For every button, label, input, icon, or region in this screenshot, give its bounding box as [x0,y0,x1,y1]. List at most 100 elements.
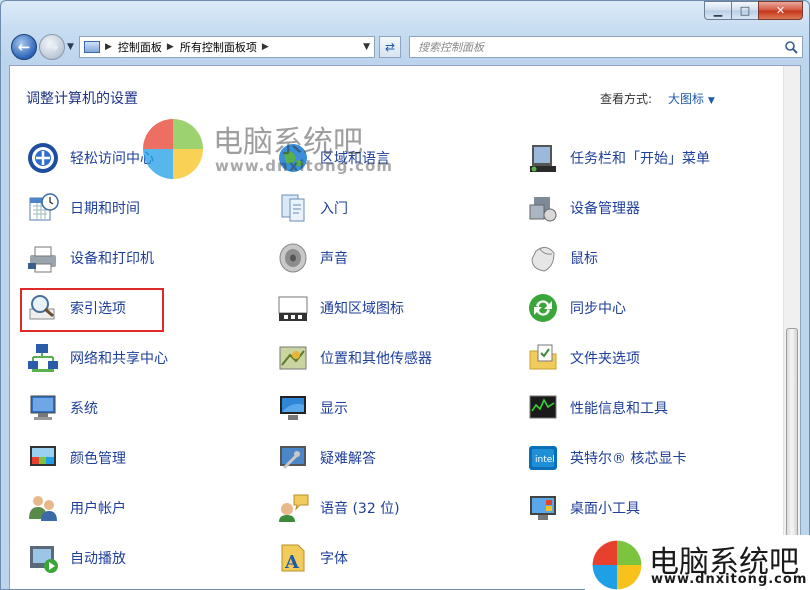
control-panel-item[interactable]: 日期和时间 [26,188,140,228]
control-panel-item[interactable]: 文件夹选项 [526,338,640,378]
control-panel-item[interactable]: 通知区域图标 [276,288,404,328]
control-panel-item[interactable]: 网络和共享中心 [26,338,168,378]
control-panel-window: ▁ □ ✕ ← → ▼ ▶ 控制面板 ▶ 所有控制面板项 ▶ ▼ ⇄ 搜索控制面… [0,0,810,590]
forward-button[interactable]: → [39,34,65,60]
control-panel-item[interactable]: 同步中心 [526,288,626,328]
sync-icon [526,291,560,325]
intel-graphics-icon: intel [526,441,560,475]
watermark-logo-icon [592,540,642,590]
recent-pages-dropdown[interactable]: ▼ [67,42,74,52]
mouse-icon [526,241,560,275]
control-panel-icon [84,41,100,53]
ease-of-access-icon [26,141,60,175]
control-panel-item[interactable]: 轻松访问中心 [26,138,154,178]
system-icon [26,391,60,425]
search-icon[interactable] [784,40,798,54]
control-panel-item-label: 桌面小工具 [570,501,640,517]
search-placeholder: 搜索控制面板 [418,41,484,54]
search-input[interactable]: 搜索控制面板 [409,36,803,58]
control-panel-item-label: 英特尔® 核芯显卡 [570,451,687,467]
caption-buttons: ▁ □ ✕ [704,1,803,20]
content-pane: 调整计算机的设置 查看方式: 大图标 ▼ 轻松访问中心 区域和语言 任务栏和「开始」… [9,65,801,589]
control-panel-item-label: 位置和其他传感器 [320,351,432,367]
control-panel-item[interactable]: 颜色管理 [26,438,126,478]
control-panel-item-label: 同步中心 [570,301,626,317]
control-panel-item[interactable]: 声音 [276,238,348,278]
control-panel-item[interactable]: 设备和打印机 [26,238,154,278]
chevron-right-icon[interactable]: ▶ [105,42,112,52]
close-button[interactable]: ✕ [758,1,803,20]
maximize-button[interactable]: □ [731,1,758,20]
back-arrow-icon: ← [17,38,31,56]
minimize-button[interactable]: ▁ [704,1,731,20]
performance-icon [526,391,560,425]
control-panel-item-label: 鼠标 [570,251,598,267]
address-bar[interactable]: ▶ 控制面板 ▶ 所有控制面板项 ▶ ▼ [79,36,375,58]
control-panel-item[interactable]: 自动播放 [26,538,126,578]
control-panel-item-label: 文件夹选项 [570,351,640,367]
control-panel-item[interactable]: 位置和其他传感器 [276,338,432,378]
getting-started-icon [276,191,310,225]
control-panel-item[interactable]: 性能信息和工具 [526,388,668,428]
display-icon [276,391,310,425]
notification-area-icon [276,291,310,325]
control-panel-item[interactable]: A 字体 [276,538,348,578]
control-panel-item[interactable]: 语音 (32 位) [276,488,400,528]
printer-icon [26,241,60,275]
back-button[interactable]: ← [11,34,37,60]
control-panel-item-label: 语音 (32 位) [320,501,400,517]
control-panel-item[interactable]: intel 英特尔® 核芯显卡 [526,438,686,478]
control-panel-item-label: 用户帐户 [70,501,126,517]
fonts-icon: A [276,541,310,575]
control-panel-item-label: 疑难解答 [320,451,376,467]
control-panel-item-label: 颜色管理 [70,451,126,467]
color-management-icon [26,441,60,475]
control-panel-item[interactable]: 任务栏和「开始」菜单 [526,138,710,178]
control-panel-item-label: 日期和时间 [70,201,140,217]
navigation-bar: ← → ▼ ▶ 控制面板 ▶ 所有控制面板项 ▶ ▼ ⇄ 搜索控制面板 [9,31,803,61]
chevron-right-icon[interactable]: ▶ [262,42,269,52]
control-panel-item[interactable]: 桌面小工具 [526,488,640,528]
svg-text:intel: intel [535,455,555,465]
desktop-gadgets-icon [526,491,560,525]
scrollbar-thumb[interactable] [786,328,798,548]
control-panel-item[interactable]: 设备管理器 [526,188,640,228]
network-icon [26,341,60,375]
view-by-value: 大图标 [668,92,705,106]
breadcrumb-all-items[interactable]: 所有控制面板项 [180,39,257,55]
breadcrumb-control-panel[interactable]: 控制面板 [118,39,162,55]
taskbar-icon [526,141,560,175]
control-panel-item[interactable]: 显示 [276,388,348,428]
highlight-box [20,288,164,332]
control-panel-item[interactable]: 用户帐户 [26,488,126,528]
speech-icon [276,491,310,525]
control-panel-item-label: 显示 [320,401,348,417]
vertical-scrollbar[interactable] [783,66,800,589]
control-panel-item[interactable]: 系统 [26,388,98,428]
control-panel-item-label: 设备和打印机 [70,251,154,267]
watermark-bottom: 电脑系统吧 www.dnxitong.com [585,535,810,590]
control-panel-item-label: 声音 [320,251,348,267]
control-panel-item[interactable]: 入门 [276,188,348,228]
control-panel-item-label: 设备管理器 [570,201,640,217]
address-dropdown-icon[interactable]: ▼ [363,42,370,52]
watermark-url-bottom: www.dnxitong.com [651,572,808,587]
control-panel-item[interactable]: 疑难解答 [276,438,376,478]
page-title: 调整计算机的设置 [26,91,138,107]
watermark-url-top: www.dnxitong.com [215,157,393,175]
chevron-right-icon[interactable]: ▶ [167,42,174,52]
control-panel-item-label: 系统 [70,401,98,417]
watermark-brand-top: 电脑系统吧 [213,125,363,160]
refresh-button[interactable]: ⇄ [379,36,401,58]
forward-arrow-icon: → [45,38,59,56]
view-by-dropdown[interactable]: 大图标 ▼ [668,90,715,107]
control-panel-item[interactable]: 鼠标 [526,238,598,278]
view-by-label: 查看方式: [600,92,653,106]
location-sensor-icon [276,341,310,375]
control-panel-item-label: 自动播放 [70,551,126,567]
folder-options-icon [526,341,560,375]
control-panel-item-label: 入门 [320,201,348,217]
control-panel-item-label: 通知区域图标 [320,301,404,317]
speaker-icon [276,241,310,275]
troubleshooting-icon [276,441,310,475]
